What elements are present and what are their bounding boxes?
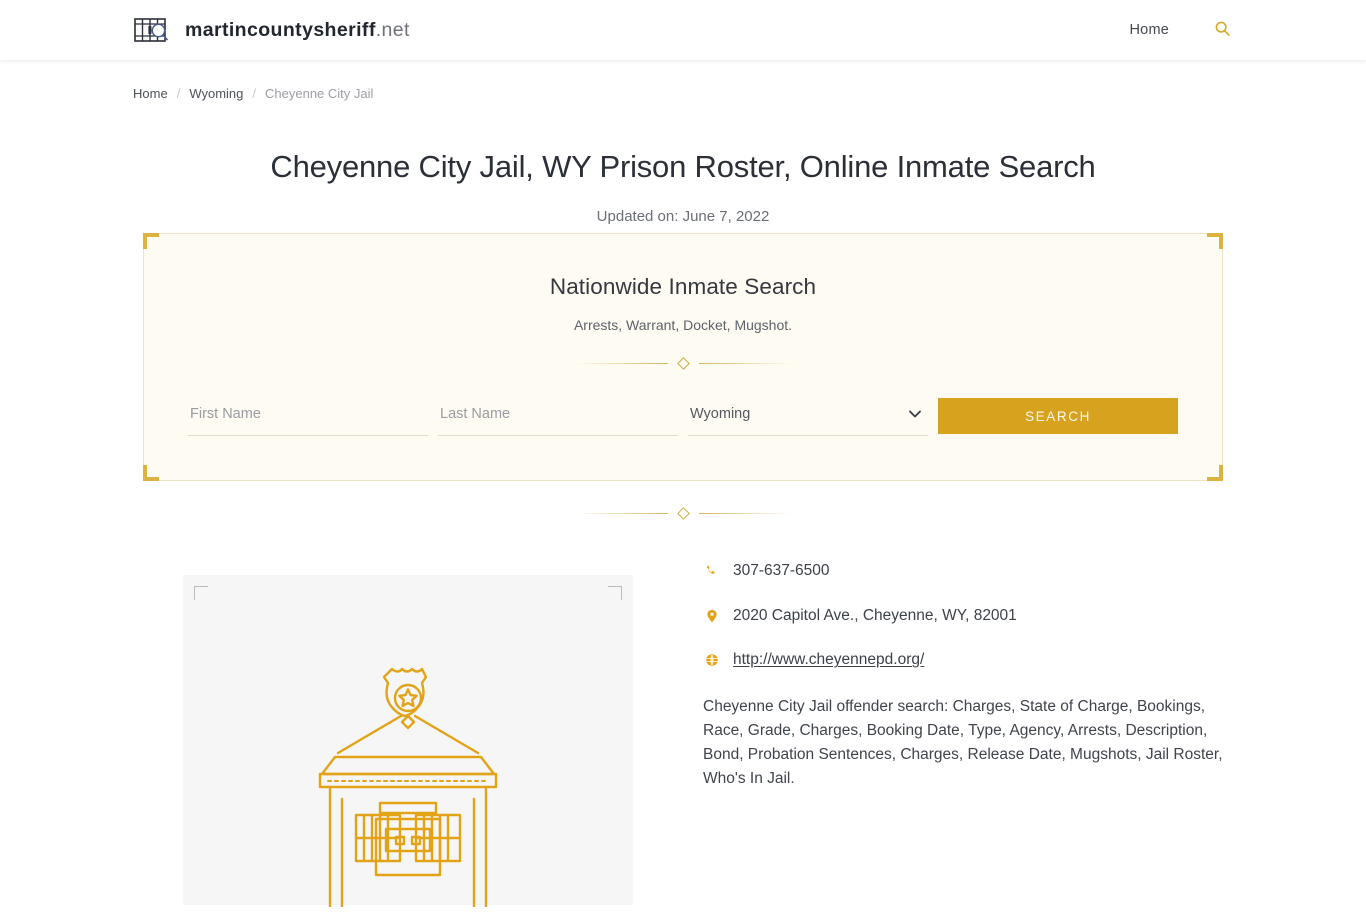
panel-subtitle: Arrests, Warrant, Docket, Mugshot. [573, 317, 793, 334]
phone-number: 307-637-6500 [733, 562, 830, 580]
ornament-line-right [698, 513, 791, 515]
jail-details-section: 307-637-6500 2020 Capitol Ave., Cheyenne… [143, 559, 1223, 921]
first-name-field-wrap [188, 398, 428, 437]
figure-corner-top-right [608, 586, 622, 601]
brand-name-tld: .net [375, 18, 410, 41]
last-name-field-wrap [438, 398, 678, 437]
search-icon [1214, 20, 1231, 40]
primary-nav: Home [1130, 19, 1233, 41]
inmate-search-form: Wyoming SEARCH [188, 398, 1178, 437]
state-select[interactable]: Wyoming [688, 398, 928, 437]
detail-row-phone: 307-637-6500 [703, 562, 1223, 581]
nationwide-search-panel: Nationwide Inmate Search Arrests, Warran… [143, 233, 1223, 482]
brand-name-primary: martincountysheriff [185, 18, 376, 41]
phone-icon [703, 562, 720, 578]
detail-row-address: 2020 Capitol Ave., Cheyenne, WY, 82001 [703, 607, 1223, 626]
street-address: 2020 Capitol Ave., Cheyenne, WY, 82001 [733, 606, 1017, 624]
header-search-button[interactable] [1211, 19, 1233, 41]
globe-icon [703, 651, 720, 667]
panel-corner-bottom-right [1207, 465, 1223, 482]
search-submit-button[interactable]: SEARCH [938, 398, 1178, 435]
detail-row-website: http://www.cheyennepd.org/ [703, 651, 1223, 669]
last-updated-text: Updated on: June 7, 2022 [596, 208, 770, 226]
panel-corner-bottom-left [143, 465, 159, 482]
breadcrumb-item-wyoming[interactable]: Wyoming [189, 86, 243, 101]
website-link[interactable]: http://www.cheyennepd.org/ [733, 651, 924, 669]
breadcrumb-item-home[interactable]: Home [133, 86, 168, 101]
map-pin-icon [703, 607, 720, 623]
search-panel-wrap: Nationwide Inmate Search Arrests, Warran… [143, 233, 1223, 482]
first-name-input[interactable] [188, 398, 428, 437]
panel-corner-top-right [1207, 233, 1223, 250]
nav-item-home[interactable]: Home [1130, 22, 1169, 38]
breadcrumb-item-current: Cheyenne City Jail [265, 86, 374, 101]
ornament-line-right [698, 363, 791, 365]
panel-title: Nationwide Inmate Search [549, 274, 817, 300]
section-ornament-divider [568, 507, 798, 521]
figure-corner-top-left [194, 586, 208, 601]
last-name-input[interactable] [438, 398, 678, 437]
jail-description-text: Cheyenne City Jail offender search: Char… [703, 698, 1223, 788]
header-inner: martincountysheriff.net Home [133, 0, 1233, 60]
brand-text: martincountysheriff.net [185, 19, 410, 42]
panel-corner-top-left [143, 233, 159, 250]
breadcrumb: Home / Wyoming / Cheyenne City Jail [133, 86, 1233, 101]
jail-building-badge-icon [298, 657, 518, 912]
ornament-line-left [575, 363, 668, 365]
contact-details: 307-637-6500 2020 Capitol Ave., Cheyenne… [703, 559, 1223, 791]
state-field-wrap: Wyoming [688, 398, 928, 437]
ornament-divider [568, 357, 798, 371]
page-title: Cheyenne City Jail, WY Prison Roster, On… [270, 149, 1096, 184]
breadcrumb-wrap: Home / Wyoming / Cheyenne City Jail [133, 60, 1233, 101]
ornament-line-left [575, 513, 668, 515]
breadcrumb-separator: / [252, 86, 257, 101]
breadcrumb-separator: / [176, 86, 181, 101]
brand-logo-link[interactable]: martincountysheriff.net [133, 15, 410, 45]
jail-bars-magnifier-icon [133, 15, 175, 45]
ornament-diamond-icon [676, 357, 690, 371]
ornament-diamond-icon [676, 507, 690, 521]
site-header: martincountysheriff.net Home [0, 0, 1366, 60]
jail-illustration-figure [183, 575, 633, 909]
